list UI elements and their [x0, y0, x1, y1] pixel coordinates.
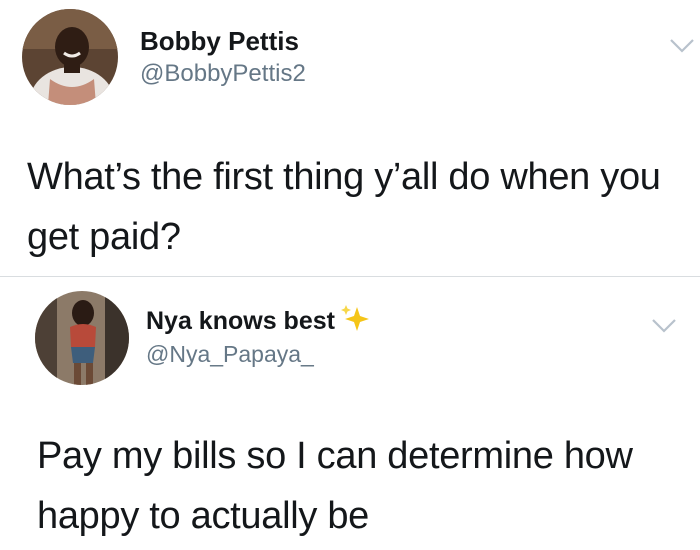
chevron-down-icon[interactable]	[651, 318, 677, 334]
avatar[interactable]	[35, 291, 129, 385]
avatar-image	[22, 9, 118, 105]
tweet-text: Pay my bills so I can determine how happ…	[37, 435, 633, 537]
tweet-card[interactable]: Bobby Pettis @BobbyPettis2 What’s the fi…	[0, 0, 700, 276]
sparkles-icon	[340, 304, 369, 331]
avatar[interactable]	[22, 9, 118, 105]
user-handle[interactable]: @BobbyPettis2	[140, 60, 306, 88]
chevron-down-icon[interactable]	[669, 38, 695, 54]
tweet-card[interactable]: Nya knows best @Nya_Papaya_ Pay my bills…	[0, 277, 700, 550]
tweet-text: What’s the first thing y’all do when you…	[27, 156, 661, 258]
display-name[interactable]: Nya knows best	[146, 307, 335, 336]
name-row: Nya knows best	[146, 304, 371, 336]
display-name[interactable]: Bobby Pettis	[140, 26, 299, 57]
user-handle[interactable]: @Nya_Papaya_	[146, 341, 314, 368]
avatar-image	[35, 291, 129, 385]
